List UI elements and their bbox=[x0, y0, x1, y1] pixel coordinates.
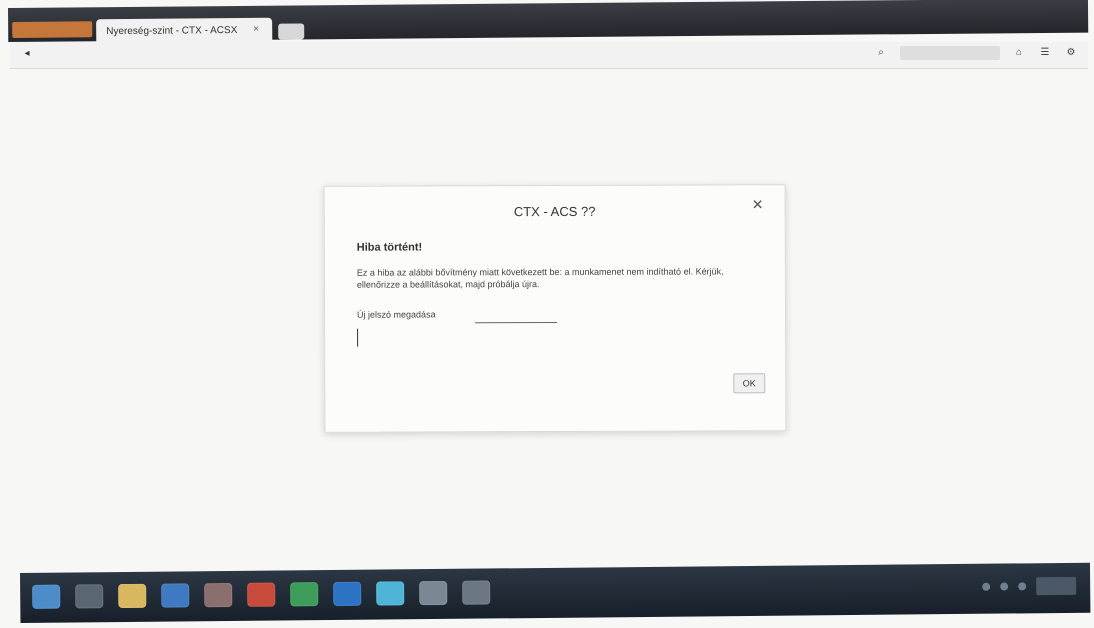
dialog-title: CTX - ACS ?? bbox=[513, 203, 596, 220]
screen: Nyereség-szint - CTX - ACSX × ◂ ⌕ ⌂ ☰ ⚙ … bbox=[0, 0, 1094, 628]
taskbar bbox=[20, 562, 1091, 623]
url-field[interactable] bbox=[42, 47, 292, 63]
clock[interactable] bbox=[1036, 576, 1077, 596]
password-dialog: CTX - ACS ?? ✕ Hiba történt! Ez a hiba a… bbox=[323, 184, 787, 433]
browser-tabstrip: Nyereség-szint - CTX - ACSX × bbox=[8, 0, 1089, 44]
browser-search-box[interactable] bbox=[900, 46, 1000, 60]
windows-logo-icon[interactable] bbox=[32, 584, 61, 609]
browser-tab[interactable]: Nyereség-szint - CTX - ACSX × bbox=[96, 17, 273, 44]
dialog-heading: Hiba történt! bbox=[356, 241, 423, 254]
media-icon[interactable] bbox=[161, 583, 190, 608]
new-password-input[interactable] bbox=[357, 327, 762, 347]
calendar-icon[interactable] bbox=[419, 580, 448, 606]
close-tab-icon[interactable]: × bbox=[250, 24, 262, 36]
address-bar: ◂ ⌕ ⌂ ☰ ⚙ bbox=[10, 42, 1088, 69]
folder-icon[interactable] bbox=[118, 583, 147, 609]
browser-tools: ⌕ ⌂ ☰ ⚙ bbox=[874, 46, 1078, 60]
tray-icon[interactable] bbox=[1018, 582, 1027, 591]
new-password-label: Új jelszó megadása bbox=[357, 309, 436, 320]
system-tray bbox=[982, 576, 1077, 596]
taskbar-apps bbox=[32, 580, 491, 609]
app-icon-blue[interactable] bbox=[333, 581, 362, 606]
menu-icon[interactable]: ☰ bbox=[1038, 46, 1052, 60]
search-icon[interactable]: ⌕ bbox=[874, 46, 888, 60]
home-icon[interactable]: ⌂ bbox=[1012, 46, 1026, 60]
page-content: CTX - ACS ?? ✕ Hiba történt! Ez a hiba a… bbox=[0, 70, 1094, 570]
field-underline bbox=[475, 321, 558, 324]
app-icon-green[interactable] bbox=[290, 582, 319, 607]
tab-title: Nyereség-szint - CTX - ACSX bbox=[106, 24, 238, 37]
close-icon[interactable]: ✕ bbox=[751, 196, 765, 212]
app-icon-red[interactable] bbox=[247, 582, 276, 607]
ok-button[interactable]: OK bbox=[733, 373, 766, 394]
new-tab-button[interactable] bbox=[278, 23, 305, 40]
window-accent bbox=[12, 21, 93, 38]
app-icon-cyan[interactable] bbox=[376, 581, 405, 606]
settings-icon[interactable]: ⚙ bbox=[1064, 46, 1078, 60]
dialog-message: Ez a hiba az alábbi bővítmény miatt köve… bbox=[356, 266, 724, 290]
tray-icon[interactable] bbox=[982, 582, 991, 591]
back-icon[interactable]: ◂ bbox=[20, 47, 34, 61]
paint-icon[interactable] bbox=[204, 582, 233, 608]
settings-icon[interactable] bbox=[462, 580, 491, 605]
search-icon[interactable] bbox=[75, 584, 104, 609]
tray-icon[interactable] bbox=[1000, 582, 1009, 591]
